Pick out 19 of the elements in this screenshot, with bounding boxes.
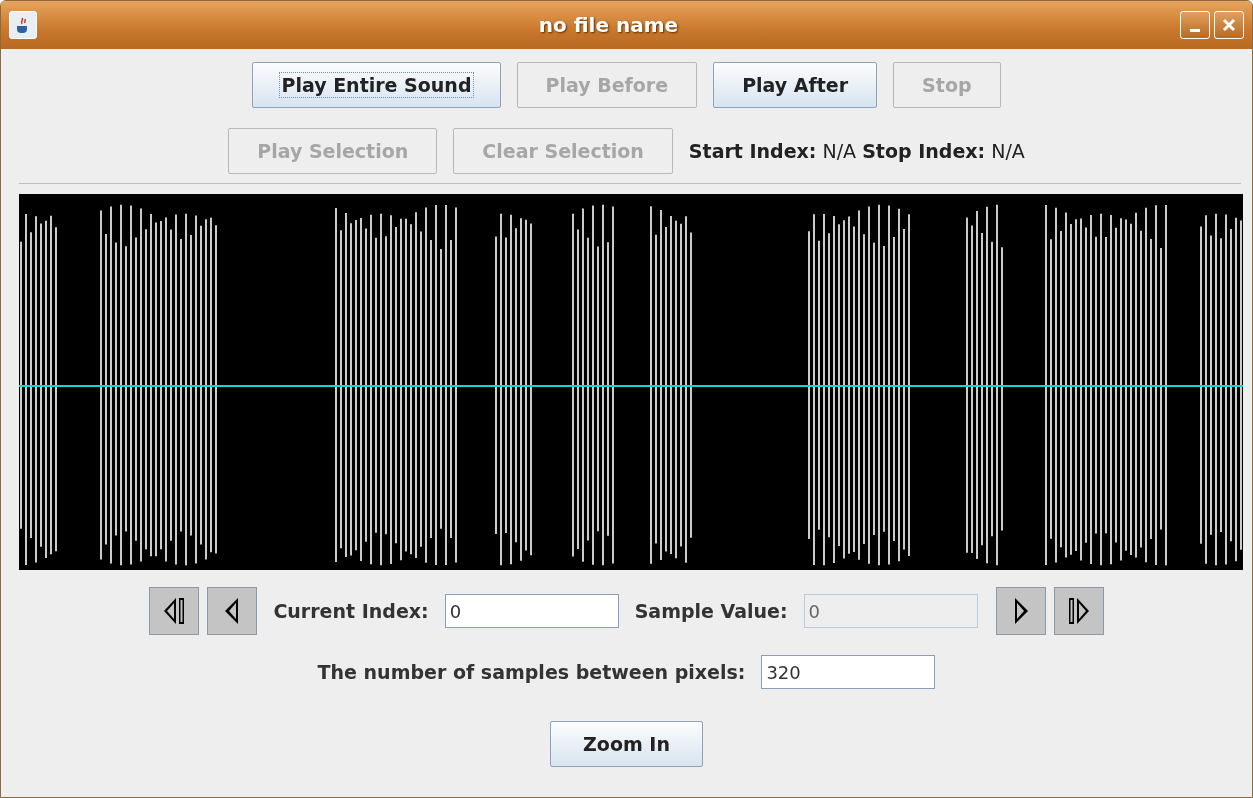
jump-to-start-button[interactable] — [149, 587, 200, 635]
current-index-label: Current Index: — [273, 598, 429, 624]
step-back-button[interactable] — [207, 587, 258, 635]
zoom-in-button[interactable]: Zoom In — [550, 721, 703, 767]
close-button[interactable] — [1214, 11, 1244, 39]
minimize-button[interactable] — [1180, 11, 1210, 39]
window-title: no file name — [537, 12, 680, 39]
close-icon — [1222, 18, 1236, 32]
selection-index-text: Start Index: N/A Stop Index: N/A — [688, 138, 1025, 164]
samples-between-pixels-label: The number of samples between pixels: — [317, 659, 746, 685]
current-index-field[interactable]: 0 — [444, 594, 619, 628]
jump-to-end-button[interactable] — [1053, 587, 1104, 635]
minimize-icon — [1190, 28, 1200, 32]
play-button[interactable]: Play Entire Sound — [252, 62, 501, 108]
samples-between-pixels-field[interactable]: 320 — [761, 655, 936, 689]
step-forward-button[interactable] — [995, 587, 1046, 635]
play-button[interactable]: Play After — [713, 62, 878, 108]
sample-value-label: Sample Value: — [634, 598, 788, 624]
java-cup-icon — [9, 11, 37, 39]
